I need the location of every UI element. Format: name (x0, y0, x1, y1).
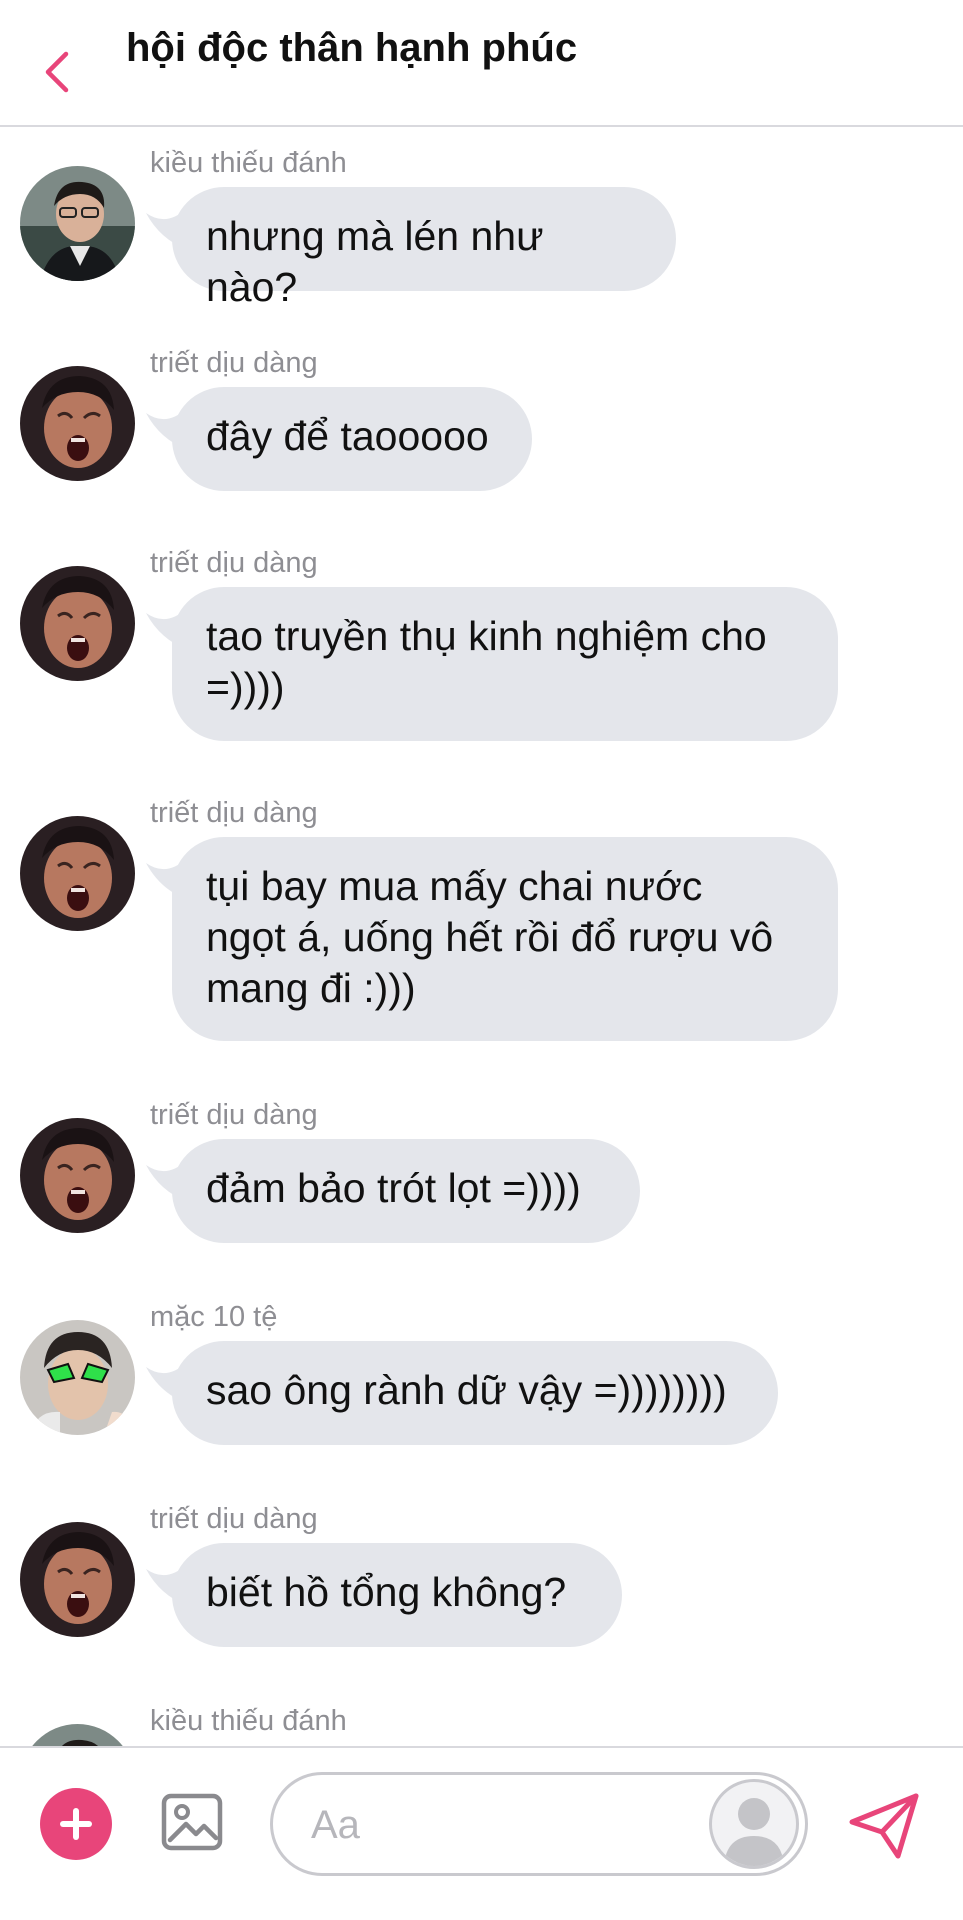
avatar[interactable] (20, 1118, 135, 1233)
message-text: nhưng mà lén như nào? (206, 213, 544, 310)
message-item: triết dịu dàng biết hồ tổng không? (0, 1503, 963, 1673)
avatar[interactable] (20, 166, 135, 281)
message-bubble[interactable]: tụi bay mua mấy chai nước ngọt á, uống h… (172, 837, 838, 1041)
message-text: mang đi :))) (206, 965, 416, 1011)
message-text: biết hồ tổng không? (206, 1569, 567, 1615)
avatar[interactable] (20, 1320, 135, 1435)
message-item: mặc 10 tệ sao ông rành dữ vậy =)))))))) (0, 1301, 963, 1471)
message-text: tao truyền thụ kinh nghiệm cho (206, 613, 767, 659)
avatar[interactable] (20, 1724, 135, 1746)
message-item: kiều thiếu đánh (0, 1705, 963, 1746)
message-bubble[interactable]: đảm bảo trót lọt =)))) (172, 1139, 640, 1243)
message-item: triết dịu dàng đảm bảo trót lọt =)))) (0, 1099, 963, 1269)
profile-silhouette-icon (724, 1798, 784, 1866)
avatar[interactable] (20, 816, 135, 931)
message-item: triết dịu dàng tao truyền thụ kinh nghiệ… (0, 547, 963, 767)
back-button[interactable] (36, 46, 76, 98)
message-text: tụi bay mua mấy chai nước (206, 863, 703, 909)
avatar[interactable] (20, 366, 135, 481)
message-item: triết dịu dàng tụi bay mua mấy chai nước… (0, 797, 963, 1067)
message-input-container (270, 1772, 808, 1876)
message-bubble[interactable]: sao ông rành dữ vậy =)))))))) (172, 1341, 778, 1445)
image-icon (161, 1793, 223, 1851)
sender-name: kiều thiếu đánh (150, 147, 347, 179)
message-text: =)))) (206, 664, 285, 710)
chat-title: hội độc thân hạnh phúc (126, 26, 578, 70)
sender-name: triết dịu dàng (150, 1503, 318, 1535)
chevron-left-icon (45, 51, 69, 93)
add-button[interactable] (40, 1788, 112, 1860)
sender-name: triết dịu dàng (150, 1099, 318, 1131)
message-item: kiều thiếu đánh nhưng mà lén như nào? (0, 147, 963, 317)
sender-name: triết dịu dàng (150, 347, 318, 379)
message-input[interactable] (309, 1775, 673, 1875)
avatar[interactable] (20, 566, 135, 681)
sender-name: mặc 10 tệ (150, 1301, 278, 1333)
send-button[interactable] (848, 1792, 920, 1860)
message-text: ngọt á, uống hết rồi đổ rượu vô (206, 914, 774, 960)
message-bubble[interactable]: nhưng mà lén như nào? (172, 187, 676, 310)
sender-name: triết dịu dàng (150, 547, 318, 579)
message-bubble[interactable]: đây để taooooo (172, 387, 532, 491)
chat-header: hội độc thân hạnh phúc (0, 0, 963, 127)
message-bubble[interactable]: biết hồ tổng không? (172, 1543, 622, 1647)
plus-icon (60, 1808, 92, 1840)
message-text: đây để taooooo (206, 413, 489, 459)
message-text: sao ông rành dữ vậy =)))))))) (206, 1367, 727, 1413)
message-item: triết dịu dàng đây để taooooo (0, 347, 963, 517)
sender-name: triết dịu dàng (150, 797, 318, 829)
message-list[interactable]: kiều thiếu đánh nhưng mà lén như nào? tr… (0, 129, 963, 1746)
avatar[interactable] (20, 1522, 135, 1637)
message-text: đảm bảo trót lọt =)))) (206, 1165, 581, 1211)
sticker-button[interactable] (709, 1779, 799, 1869)
image-button[interactable] (160, 1790, 224, 1854)
send-icon (849, 1793, 919, 1859)
sender-name: kiều thiếu đánh (150, 1705, 347, 1737)
message-composer (0, 1746, 963, 1920)
message-bubble[interactable]: tao truyền thụ kinh nghiệm cho =)))) (172, 587, 838, 741)
